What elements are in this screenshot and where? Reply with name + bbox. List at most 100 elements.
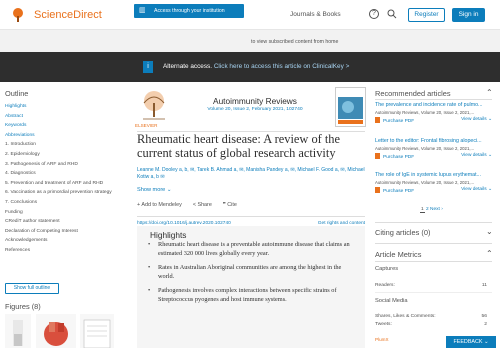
author-list[interactable]: Leanne M. Dooley a, b, ✉, Tarek B. Ahmad… [137,167,365,182]
figure-image [44,322,68,346]
outline-item[interactable]: Funding [5,208,115,218]
outline-item[interactable]: Acknowledgements [5,236,115,246]
register-button[interactable]: Register [408,8,445,22]
highlight-item: Rates in Australian Aboriginal communiti… [148,264,353,281]
help-icon[interactable]: ? [369,9,379,19]
sign-in-button[interactable]: Sign in [452,8,485,22]
show-more-button[interactable]: Show more ⌄ [137,187,172,193]
journal-title-link[interactable]: Autoimmunity Reviews [180,96,330,106]
readers-row: Readers: 11 [375,283,487,288]
next-page-link[interactable]: Next › [430,207,443,212]
elsevier-tree-icon[interactable] [10,7,26,23]
alternate-access-text: Alternate access. Click here to access t… [163,63,349,70]
access-institution-button[interactable]: ▥ Access through your institution [134,4,244,18]
outline-item[interactable]: 4. Diagnostics [5,169,115,179]
outline-heading: Outline [5,89,29,98]
next-page-label: Next [430,207,440,212]
journal-volume-link[interactable]: Volume 20, Issue 2, February 2021, 10274… [180,107,330,112]
outline-item[interactable]: 6. Vaccination as a primordial preventio… [5,188,115,198]
outline-item[interactable]: References [5,246,115,256]
readers-value: 11 [481,283,487,288]
share-icon[interactable]: < [193,202,196,208]
alternate-access-lead: Alternate access. [163,63,213,70]
outline-list: Highlights Abstract Keywords Abbreviatio… [5,102,115,256]
access-institution-label: Access through your institution [154,8,225,14]
outline-item[interactable]: Keywords [5,121,115,131]
recommended-title-link[interactable]: Letter to the editor: Frontal fibrosing … [375,138,492,144]
pdf-icon [375,187,380,193]
outline-item[interactable]: 7. Conclusions [5,198,115,208]
outline-item[interactable]: 2. Epidemiology [5,150,115,160]
outline-item[interactable]: 5. Prevention and treatment of ARF and R… [5,179,115,189]
pdf-icon [375,153,380,159]
purchase-pdf-label: Purchase PDF [383,189,415,194]
recommended-item: The role of IgE in systemic lupus erythe… [375,172,492,196]
divider [375,99,492,100]
elsevier-logo[interactable] [137,89,171,125]
feedback-button[interactable]: FEEDBACK ⌄ [446,336,496,348]
collapse-chevron-icon[interactable]: ⌃ [486,249,493,258]
plumx-logo[interactable]: PlumX [375,337,389,342]
outline-item[interactable]: Highlights [5,102,115,112]
recommended-heading[interactable]: Recommended articles [375,89,451,98]
view-details-link[interactable]: View details ⌄ [461,153,492,158]
view-details-label: View details [461,117,487,122]
cite-icon[interactable]: ❞ [223,202,226,208]
top-header: ScienceDirect Journals & Books ? Registe… [0,0,500,30]
outline-item[interactable]: 3. Pathogenesis of ARF and RHD [5,160,115,170]
readers-label: Readers: [375,283,395,288]
outline-item[interactable]: CRediT author statement [5,217,115,227]
purchase-pdf-link[interactable]: Purchase PDF [375,117,414,124]
expand-chevron-icon[interactable]: ⌄ [486,227,493,236]
highlights-list: Rheumatic heart disease is a preventable… [148,241,353,311]
chevron-right-icon: > [345,63,350,70]
outline-item[interactable]: Abbreviations [5,131,115,141]
recommended-pager: 1 2 Next › [420,207,443,213]
figure-thumbnail[interactable] [5,314,31,348]
outline-item[interactable]: 1. Introduction [5,140,115,150]
collapse-chevron-icon[interactable]: ⌃ [486,88,493,97]
figure-thumbnail[interactable] [36,314,76,348]
view-details-label: View details [461,187,487,192]
recommended-meta: Autoimmunity Reviews, Volume 20, Issue 2… [375,180,475,185]
figure-image [83,319,111,349]
share-button[interactable]: Share [197,202,211,208]
divider [375,222,492,223]
page-current: 1 [420,207,425,213]
search-icon[interactable] [387,9,397,19]
show-full-outline-label: Show full outline [13,285,51,291]
page-2-link[interactable]: 2 [426,207,429,212]
recommended-title-link[interactable]: The role of IgE in systemic lupus erythe… [375,172,492,178]
figure-image [13,320,23,346]
outline-item[interactable]: Abstract [5,112,115,122]
highlight-item: Pathogenesis involves complex interactio… [148,287,353,304]
journal-cover-image[interactable] [335,87,366,127]
chevron-down-icon: ⌄ [484,339,489,345]
elsevier-wordmark: ELSEVIER [135,123,158,128]
purchase-pdf-link[interactable]: Purchase PDF [375,187,414,194]
alternate-access-bar: i Alternate access. Click here to access… [0,52,500,82]
recommended-meta: Autoimmunity Reviews, Volume 20, Issue 2… [375,110,475,115]
view-details-link[interactable]: View details ⌄ [461,187,492,192]
cite-button[interactable]: Cite [227,202,237,208]
divider [375,292,492,293]
chevron-down-icon: ⌄ [166,187,172,193]
shares-value: 56 [481,314,487,319]
add-to-mendeley-button[interactable]: + Add to Mendeley [137,202,182,208]
info-icon: i [143,61,153,73]
purchase-pdf-link[interactable]: Purchase PDF [375,153,414,160]
article-title: Rheumatic heart disease: A review of the… [137,132,340,160]
citing-heading[interactable]: Citing articles (0) [375,228,430,237]
show-full-outline-button[interactable]: Show full outline [5,283,59,294]
recommended-title-link[interactable]: The prevalence and incidence rate of pul… [375,102,492,108]
figure-thumbnail[interactable] [80,314,114,349]
journals-books-link[interactable]: Journals & Books [290,11,341,18]
metrics-heading[interactable]: Article Metrics [375,250,421,259]
tweets-row: Tweets: 2 [375,322,487,327]
outline-item[interactable]: Declaration of Competing Interest [5,227,115,237]
shares-label: Shares, Likes & Comments: [375,314,436,319]
sciencedirect-logo[interactable]: ScienceDirect [34,9,102,21]
divider [375,243,492,244]
clinicalkey-link[interactable]: Click here to access this article on Cli… [214,63,344,70]
view-details-link[interactable]: View details ⌄ [461,117,492,122]
